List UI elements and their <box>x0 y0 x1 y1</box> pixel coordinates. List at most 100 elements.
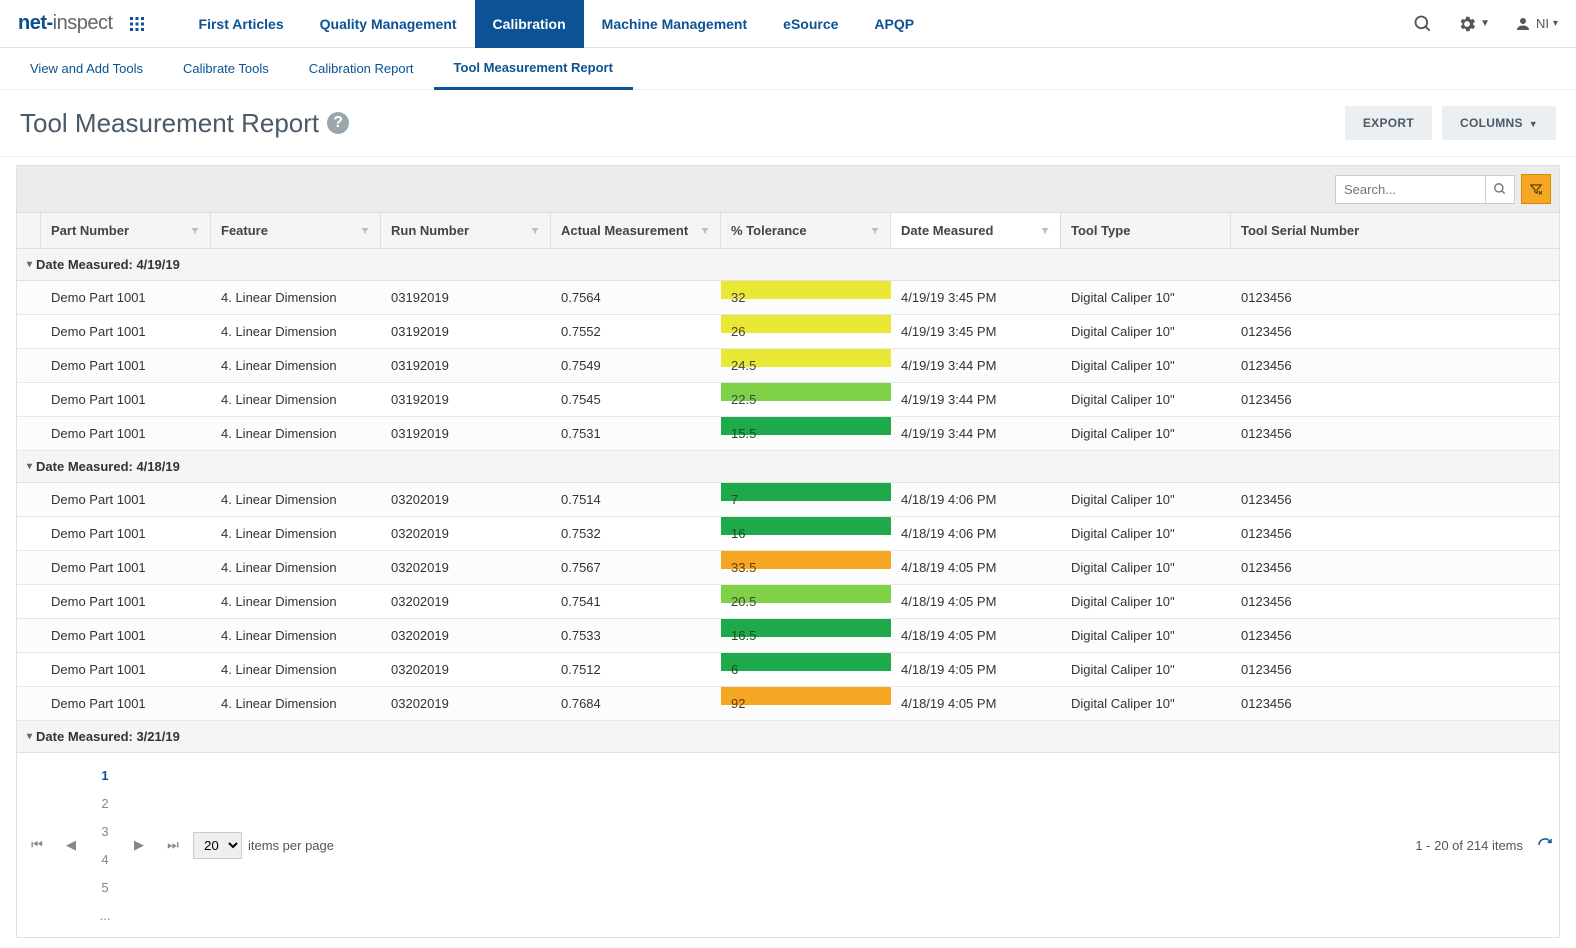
nav-tab-esource[interactable]: eSource <box>765 0 856 48</box>
search-submit-icon[interactable] <box>1485 175 1515 204</box>
clear-filter-button[interactable] <box>1521 174 1551 204</box>
nav-tab-quality-management[interactable]: Quality Management <box>302 0 475 48</box>
cell-run: 03202019 <box>381 551 551 584</box>
cell-run: 03202019 <box>381 653 551 686</box>
column-filter-icon[interactable] <box>870 226 880 236</box>
nav-tab-first-articles[interactable]: First Articles <box>181 0 302 48</box>
pager-page-2[interactable]: 2 <box>91 789 119 817</box>
page-size-select[interactable]: 20 <box>193 832 242 859</box>
column-filter-icon[interactable] <box>1040 226 1050 236</box>
column-header-date-measured[interactable]: Date Measured <box>891 213 1061 248</box>
table-row[interactable]: Demo Part 10014. Linear Dimension0320201… <box>17 517 1559 551</box>
cell-actual: 0.7567 <box>551 551 721 584</box>
group-row[interactable]: ▾Date Measured: 4/18/19 <box>17 451 1559 483</box>
table-row[interactable]: Demo Part 10014. Linear Dimension0319201… <box>17 417 1559 451</box>
refresh-icon[interactable] <box>1537 837 1553 853</box>
cell-serial: 0123456 <box>1231 687 1559 720</box>
cell-tol: 15.5 <box>721 417 891 450</box>
user-menu[interactable]: NI ▾ <box>1514 15 1558 33</box>
page-header: Tool Measurement Report ? EXPORT COLUMNS… <box>0 90 1576 157</box>
nav-tab-machine-management[interactable]: Machine Management <box>584 0 765 48</box>
cell-run: 03192019 <box>381 417 551 450</box>
settings-gear-icon[interactable]: ▼ <box>1457 14 1490 34</box>
table-row[interactable]: Demo Part 10014. Linear Dimension0319201… <box>17 281 1559 315</box>
cell-feature: 4. Linear Dimension <box>211 349 381 382</box>
group-row[interactable]: ▾Date Measured: 4/19/19 <box>17 249 1559 281</box>
cell-serial: 0123456 <box>1231 653 1559 686</box>
cell-type: Digital Caliper 10" <box>1061 417 1231 450</box>
column-filter-icon[interactable] <box>190 226 200 236</box>
table-row[interactable]: Demo Part 10014. Linear Dimension0320201… <box>17 687 1559 721</box>
column-header-part-number[interactable]: Part Number <box>41 213 211 248</box>
column-header-tool-serial-number[interactable]: Tool Serial Number <box>1231 213 1559 248</box>
pager-last-icon[interactable]: ⏭ <box>159 831 187 859</box>
column-header-run-number[interactable]: Run Number <box>381 213 551 248</box>
pager-page-5[interactable]: 5 <box>91 873 119 901</box>
tolerance-badge: 22.5 <box>721 383 891 401</box>
cell-date: 4/18/19 4:05 PM <box>891 687 1061 720</box>
cell-date: 4/18/19 4:05 PM <box>891 551 1061 584</box>
table-row[interactable]: Demo Part 10014. Linear Dimension0319201… <box>17 383 1559 417</box>
group-expand-icon[interactable]: ▾ <box>27 461 32 472</box>
table-row[interactable]: Demo Part 10014. Linear Dimension0320201… <box>17 551 1559 585</box>
table-row[interactable]: Demo Part 10014. Linear Dimension0319201… <box>17 349 1559 383</box>
pager-first-icon[interactable]: ⏮ <box>23 831 51 859</box>
subtab-calibrate-tools[interactable]: Calibrate Tools <box>163 48 289 90</box>
cell-actual: 0.7532 <box>551 517 721 550</box>
pager-prev-icon[interactable]: ◀ <box>57 831 85 859</box>
column-header-feature[interactable]: Feature <box>211 213 381 248</box>
cell-tol: 26 <box>721 315 891 348</box>
cell-serial: 0123456 <box>1231 585 1559 618</box>
columns-button[interactable]: COLUMNS▼ <box>1442 106 1556 140</box>
export-button[interactable]: EXPORT <box>1345 106 1432 140</box>
table-row[interactable]: Demo Part 10014. Linear Dimension0319201… <box>17 315 1559 349</box>
search-input[interactable] <box>1335 175 1485 204</box>
nav-tab-apqp[interactable]: APQP <box>856 0 932 48</box>
column-header-tool-type[interactable]: Tool Type <box>1061 213 1231 248</box>
cell-serial: 0123456 <box>1231 281 1559 314</box>
column-filter-icon[interactable] <box>360 226 370 236</box>
column-filter-icon[interactable] <box>530 226 540 236</box>
subtab-tool-measurement-report[interactable]: Tool Measurement Report <box>434 48 633 90</box>
table-row[interactable]: Demo Part 10014. Linear Dimension0320201… <box>17 619 1559 653</box>
help-icon[interactable]: ? <box>327 112 349 134</box>
search-icon[interactable] <box>1413 14 1433 34</box>
column-header-label: % Tolerance <box>731 223 807 238</box>
group-expand-icon[interactable]: ▾ <box>27 259 32 270</box>
pager-next-icon[interactable]: ▶ <box>125 831 153 859</box>
cell-date: 4/18/19 4:06 PM <box>891 483 1061 516</box>
sub-tabs: View and Add ToolsCalibrate ToolsCalibra… <box>0 48 1576 90</box>
cell-part: Demo Part 1001 <box>41 585 211 618</box>
table-row[interactable]: Demo Part 10014. Linear Dimension0320201… <box>17 653 1559 687</box>
cell-tol: 16.5 <box>721 619 891 652</box>
column-header--tolerance[interactable]: % Tolerance <box>721 213 891 248</box>
cell-part: Demo Part 1001 <box>41 619 211 652</box>
cell-feature: 4. Linear Dimension <box>211 687 381 720</box>
grid-body[interactable]: ▾Date Measured: 4/19/19Demo Part 10014. … <box>16 249 1560 753</box>
cell-tol: 7 <box>721 483 891 516</box>
table-row[interactable]: Demo Part 10014. Linear Dimension0320201… <box>17 483 1559 517</box>
pager-page-1[interactable]: 1 <box>91 761 119 789</box>
cell-actual: 0.7541 <box>551 585 721 618</box>
pager-page-3[interactable]: 3 <box>91 817 119 845</box>
column-header-actual-measurement[interactable]: Actual Measurement <box>551 213 721 248</box>
cell-actual: 0.7545 <box>551 383 721 416</box>
table-row[interactable]: Demo Part 10014. Linear Dimension0320201… <box>17 585 1559 619</box>
page-title-text: Tool Measurement Report <box>20 108 319 139</box>
page-size-label: items per page <box>248 838 334 853</box>
cell-part: Demo Part 1001 <box>41 349 211 382</box>
group-expand-icon[interactable]: ▾ <box>27 731 32 742</box>
cell-serial: 0123456 <box>1231 551 1559 584</box>
brand-logo[interactable]: net-inspect <box>18 12 113 35</box>
group-row[interactable]: ▾Date Measured: 3/21/19 <box>17 721 1559 753</box>
cell-feature: 4. Linear Dimension <box>211 517 381 550</box>
cell-feature: 4. Linear Dimension <box>211 281 381 314</box>
pager-page-4[interactable]: 4 <box>91 845 119 873</box>
column-filter-icon[interactable] <box>700 226 710 236</box>
apps-grid-icon[interactable] <box>123 10 151 38</box>
subtab-calibration-report[interactable]: Calibration Report <box>289 48 434 90</box>
cell-run: 03192019 <box>381 281 551 314</box>
grid-pager: ⏮ ◀ 12345... ▶ ⏭ 20 items per page 1 - 2… <box>16 753 1560 938</box>
subtab-view-and-add-tools[interactable]: View and Add Tools <box>10 48 163 90</box>
nav-tab-calibration[interactable]: Calibration <box>475 0 584 48</box>
